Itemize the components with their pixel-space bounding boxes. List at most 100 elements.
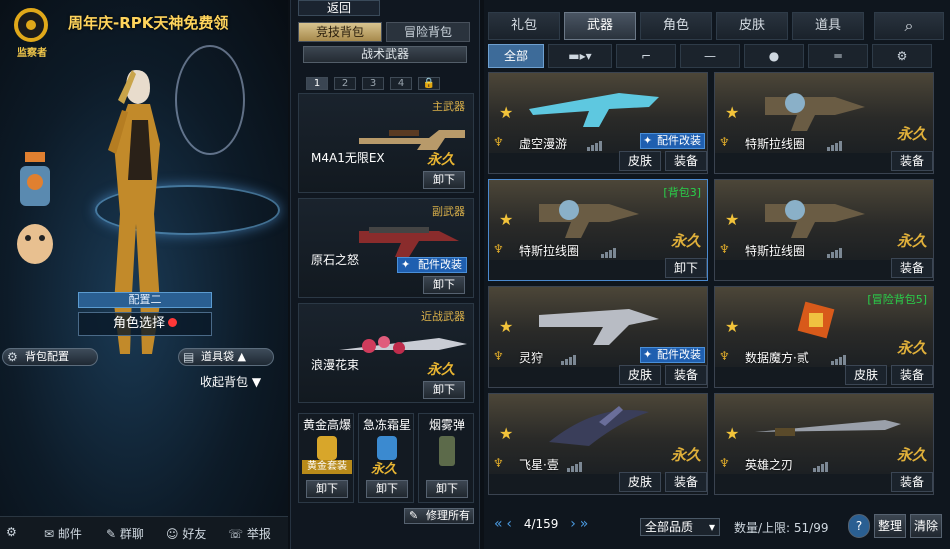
flying-star-icon — [549, 406, 649, 446]
special-filter-icon[interactable]: ═ — [808, 44, 868, 68]
bag-tag: [冒险背包5] — [867, 293, 927, 306]
weapon-card[interactable]: ★ ♆ 特斯拉线圈 永久 装备 — [714, 179, 934, 281]
slot-tab-3[interactable]: 3 — [362, 77, 384, 90]
weapon-card[interactable]: ★ ♆ 飞星·壹 永久 皮肤 装备 — [488, 393, 708, 495]
permanent-label: 永久 — [427, 362, 455, 378]
permanent-label: 永久 — [427, 152, 455, 168]
help-button[interactable]: ? — [848, 514, 870, 538]
rank-icon: ♆ — [493, 456, 504, 470]
next-page-icon[interactable]: › — [570, 516, 576, 532]
rifle-filter-icon[interactable]: ▬▸▾ — [548, 44, 612, 68]
unload-button[interactable]: 卸下 — [423, 381, 465, 399]
weapon-name: 原石之怒 — [311, 253, 360, 267]
back-button[interactable]: 返回 — [298, 0, 380, 16]
throwable-slot-2[interactable]: 急冻霜星 永久 卸下 — [358, 413, 414, 503]
unload-button[interactable]: 卸下 — [423, 171, 465, 189]
first-page-icon[interactable]: « — [494, 516, 503, 532]
pistol-filter-icon[interactable]: ⌐ — [616, 44, 676, 68]
clear-button[interactable]: 清除 — [910, 514, 942, 538]
bag-icon: ▤ — [183, 350, 195, 364]
throwable-slot-3[interactable]: 烟雾弹 卸下 — [418, 413, 474, 503]
weapon-name: 浪漫花束 — [311, 358, 360, 372]
weapon-card[interactable]: ★ ♆ 英雄之刃 永久 装备 — [714, 393, 934, 495]
card-name: 数据魔方·贰 — [745, 351, 809, 365]
card-name: 灵狩 — [519, 351, 544, 365]
role-select-label: 角色选择 — [112, 316, 165, 331]
equip-button[interactable]: 装备 — [665, 151, 707, 171]
subtab-all[interactable]: 全部 — [488, 44, 544, 68]
equip-button[interactable]: 装备 — [891, 365, 933, 385]
equip-button[interactable]: 装备 — [665, 365, 707, 385]
tab-adventure-bag[interactable]: 冒险背包 — [386, 22, 470, 42]
skin-button[interactable]: 皮肤 — [619, 365, 661, 385]
quality-select[interactable]: 全部品质 ▾ — [640, 518, 720, 536]
repair-all-button[interactable]: ✎ 修理所有 — [404, 508, 474, 524]
tesla-coil-icon — [539, 200, 639, 238]
slot-tab-1[interactable]: 1 — [306, 77, 328, 90]
skin-button[interactable]: 皮肤 — [845, 365, 887, 385]
void-rifle-icon — [529, 93, 659, 127]
quality-label: 全部品质 — [645, 520, 694, 534]
tab-gift[interactable]: 礼包 — [488, 12, 560, 40]
unload-button[interactable]: 卸下 — [366, 480, 408, 498]
mail-button[interactable]: ✉ 邮件 — [44, 525, 82, 542]
slot-tab-4[interactable]: 4 — [390, 77, 412, 90]
throwable-slot-1[interactable]: 黄金高爆 黄金套装 卸下 — [298, 413, 354, 503]
report-button[interactable]: ☏ 举报 — [228, 525, 271, 542]
mod-badge[interactable]: ✦ 配件改装 — [397, 257, 467, 273]
unload-button[interactable]: 卸下 — [426, 480, 468, 498]
friends-button[interactable]: ☺ 好友 — [166, 525, 206, 542]
equip-button[interactable]: 装备 — [891, 258, 933, 278]
equip-button[interactable]: 装备 — [665, 472, 707, 492]
last-page-icon[interactable]: » — [580, 516, 589, 532]
mod-badge[interactable]: ✦ 配件改装 — [640, 133, 705, 149]
permanent-label: 永久 — [896, 125, 927, 143]
mod-label: 配件改装 — [657, 134, 701, 147]
tab-arena-bag[interactable]: 竞技背包 — [298, 22, 382, 42]
permanent-label: 永久 — [670, 232, 701, 250]
sort-button[interactable]: 整理 — [874, 514, 906, 538]
skin-button[interactable]: 皮肤 — [619, 472, 661, 492]
group-chat-button[interactable]: ✎ 群聊 — [106, 525, 144, 542]
weapon-card[interactable]: ★ ♆ 特斯拉线圈 永久 装备 — [714, 72, 934, 174]
search-icon[interactable]: ⌕ — [874, 12, 944, 40]
weapon-card[interactable]: ★ ♆ 灵狩 ✦ 配件改装 皮肤 装备 — [488, 286, 708, 388]
weapon-card[interactable]: ★ ♆ 虚空漫游 ✦ 配件改装 皮肤 装备 — [488, 72, 708, 174]
grenade-filter-icon[interactable]: ● — [744, 44, 804, 68]
melee-weapon-slot[interactable]: 近战武器 浪漫花束 永久 卸下 — [298, 303, 474, 403]
weapon-card-equipped[interactable]: [背包3] ★ ♆ 特斯拉线圈 永久 卸下 — [488, 179, 708, 281]
tab-role[interactable]: 角色 — [640, 12, 712, 40]
settings-icon[interactable]: ⚙ — [6, 525, 17, 539]
primary-weapon-slot[interactable]: 主武器 M4A1无限EX 永久 卸下 — [298, 93, 474, 193]
item-bag-button[interactable]: ▤ 道具袋 ▲ — [178, 348, 274, 366]
bottom-toolbar: ⚙ ✉ 邮件 ✎ 群聊 ☺ 好友 ☏ 举报 — [0, 516, 288, 549]
knife-filter-icon[interactable]: — — [680, 44, 740, 68]
pistol-icon — [359, 227, 459, 257]
settings-filter-icon[interactable]: ⚙ — [872, 44, 932, 68]
tab-weapon[interactable]: 武器 — [564, 12, 636, 40]
promo-banner[interactable]: 周年庆-RPK天神免费领 — [68, 12, 228, 33]
page-indicator: 4/159 — [523, 517, 559, 531]
equip-button[interactable]: 装备 — [891, 151, 933, 171]
tab-skin[interactable]: 皮肤 — [716, 12, 788, 40]
permanent-label: 永久 — [896, 232, 927, 250]
hero-blade-icon — [755, 420, 901, 436]
collapse-bag-button[interactable]: 收起背包 ▼ — [200, 373, 261, 390]
bag-config-button[interactable]: ⚙ 背包配置 — [2, 348, 98, 366]
prev-page-icon[interactable]: ‹ — [506, 516, 512, 532]
tab-item[interactable]: 道具 — [792, 12, 864, 40]
unload-button[interactable]: 卸下 — [665, 258, 707, 278]
unload-button[interactable]: 卸下 — [306, 480, 348, 498]
slot-tab-2[interactable]: 2 — [334, 77, 356, 90]
unload-button[interactable]: 卸下 — [423, 276, 465, 294]
skin-button[interactable]: 皮肤 — [619, 151, 661, 171]
weapon-card[interactable]: [冒险背包5] ★ ♆ 数据魔方·贰 永久 皮肤 装备 — [714, 286, 934, 388]
secondary-weapon-slot[interactable]: 副武器 原石之怒 ✦ 配件改装 卸下 — [298, 198, 474, 298]
tactical-weapon-button[interactable]: 战术武器 — [303, 46, 467, 63]
mod-badge[interactable]: ✦ 配件改装 — [640, 347, 705, 363]
equip-button[interactable]: 装备 — [891, 472, 933, 492]
role-select-button[interactable]: 角色选择 — [78, 312, 212, 336]
config-label[interactable]: 配置二 — [78, 292, 212, 308]
monitor-logo[interactable]: 监察者 — [8, 8, 56, 59]
rank-icon: ♆ — [493, 349, 504, 363]
